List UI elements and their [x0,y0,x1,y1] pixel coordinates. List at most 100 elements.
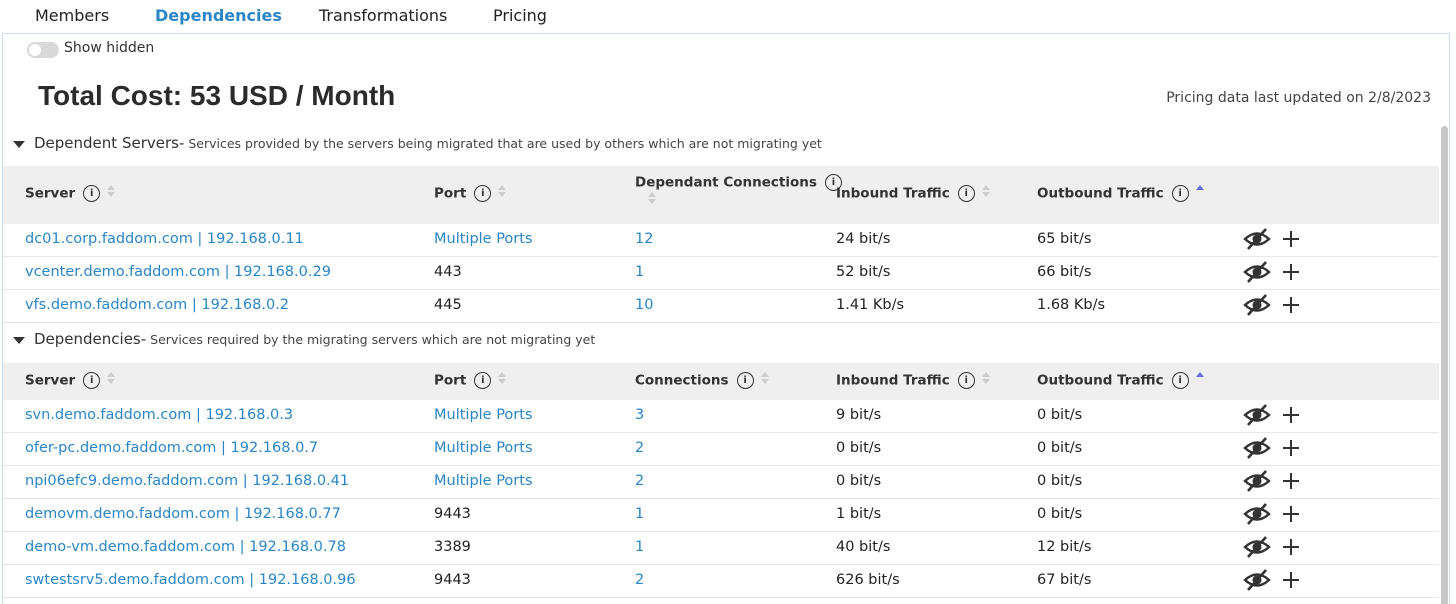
section-title-wrap: Dependent Servers- Services provided by t… [34,134,822,152]
server-cell[interactable]: svn.demo.faddom.com | 192.168.0.3 [25,407,293,423]
tab-members[interactable]: Members [35,6,109,25]
col-server[interactable]: Server i [25,372,116,389]
connections-cell[interactable]: 1 [635,539,644,555]
connections-cell[interactable]: 2 [635,440,644,456]
inbound-traffic-cell: 0 bit/s [836,473,882,489]
eye-slash-icon[interactable] [1243,568,1271,592]
plus-icon[interactable] [1281,405,1301,425]
plus-icon[interactable] [1281,504,1301,524]
col-label: Outbound Traffic [1037,372,1164,389]
inbound-traffic-cell: 9 bit/s [836,407,882,423]
info-icon[interactable]: i [83,185,101,202]
caret-down-icon[interactable] [13,141,25,148]
sort-icon[interactable] [981,372,990,384]
sort-icon[interactable] [1195,185,1204,197]
outbound-traffic-cell: 0 bit/s [1037,506,1083,522]
tab-transformations[interactable]: Transformations [319,6,447,25]
eye-slash-icon[interactable] [1243,227,1271,251]
col-server[interactable]: Server i [25,185,116,202]
col-outbound-traffic[interactable]: Outbound Traffic i [1037,372,1204,389]
dependent-servers-description: Services provided by the servers being m… [188,136,822,151]
connections-cell[interactable]: 2 [635,572,644,588]
outbound-traffic-cell: 67 bit/s [1037,572,1092,588]
col-inbound-traffic[interactable]: Inbound Traffic i [836,185,990,202]
connections-cell[interactable]: 1 [635,506,644,522]
server-cell[interactable]: demovm.demo.faddom.com | 192.168.0.77 [25,506,341,522]
server-cell[interactable]: demo-vm.demo.faddom.com | 192.168.0.78 [25,539,346,555]
port-cell[interactable]: Multiple Ports [434,473,533,489]
port-cell[interactable]: Multiple Ports [434,407,533,423]
port-cell: 9443 [434,506,471,522]
server-cell[interactable]: ofer-pc.demo.faddom.com | 192.168.0.7 [25,440,318,456]
eye-slash-icon[interactable] [1243,469,1271,493]
dependencies-panel: Show hidden Total Cost: 53 USD / Month P… [2,33,1450,604]
info-icon[interactable]: i [957,185,975,202]
col-outbound-traffic[interactable]: Outbound Traffic i [1037,185,1204,202]
col-label: Connections [635,372,729,389]
col-label: Inbound Traffic [836,185,950,202]
plus-icon[interactable] [1281,229,1301,249]
col-port[interactable]: Port i [434,185,507,202]
info-icon[interactable]: i [474,185,492,202]
port-cell: 9443 [434,572,471,588]
sort-icon[interactable] [107,185,116,197]
tab-pricing[interactable]: Pricing [493,6,547,25]
inbound-traffic-cell: 24 bit/s [836,231,891,247]
eye-slash-icon[interactable] [1243,535,1271,559]
plus-icon[interactable] [1281,537,1301,557]
connections-cell[interactable]: 10 [635,297,653,313]
eye-slash-icon[interactable] [1243,260,1271,284]
caret-down-icon[interactable] [13,337,25,344]
info-icon[interactable]: i [474,372,492,389]
info-icon[interactable]: i [736,372,754,389]
table-row: vfs.demo.faddom.com | 192.168.0.2 445 10 1.… [3,290,1439,323]
server-cell[interactable]: vcenter.demo.faddom.com | 192.168.0.29 [25,264,331,280]
plus-icon[interactable] [1281,438,1301,458]
info-icon[interactable]: i [1171,185,1189,202]
col-dependant-connections[interactable]: Dependant Connections i [635,174,842,191]
col-label: Outbound Traffic [1037,185,1164,202]
info-icon[interactable]: i [1171,372,1189,389]
eye-slash-icon[interactable] [1243,436,1271,460]
col-connections[interactable]: Connections i [635,372,769,389]
info-icon[interactable]: i [957,372,975,389]
connections-cell[interactable]: 12 [635,231,653,247]
inbound-traffic-cell: 52 bit/s [836,264,891,280]
col-inbound-traffic[interactable]: Inbound Traffic i [836,372,990,389]
sort-icon[interactable] [498,185,507,197]
connections-cell[interactable]: 2 [635,473,644,489]
outbound-traffic-cell: 0 bit/s [1037,407,1083,423]
info-icon[interactable]: i [83,372,101,389]
tab-dependencies[interactable]: Dependencies [155,6,282,25]
port-cell[interactable]: Multiple Ports [434,440,533,456]
server-cell[interactable]: swtestsrv5.demo.faddom.com | 192.168.0.9… [25,572,356,588]
port-cell[interactable]: Multiple Ports [434,231,533,247]
outbound-traffic-cell: 0 bit/s [1037,473,1083,489]
sort-icon[interactable] [498,372,507,384]
col-label: Port [434,372,467,389]
scrollbar[interactable] [1441,126,1448,604]
tab-bar: Members Dependencies Transformations Pri… [0,0,1456,34]
server-cell[interactable]: vfs.demo.faddom.com | 192.168.0.2 [25,297,289,313]
plus-icon[interactable] [1281,570,1301,590]
server-cell[interactable]: npi06efc9.demo.faddom.com | 192.168.0.41 [25,473,349,489]
connections-cell[interactable]: 3 [635,407,644,423]
server-cell[interactable]: dc01.corp.faddom.com | 192.168.0.11 [25,231,304,247]
plus-icon[interactable] [1281,471,1301,491]
col-port[interactable]: Port i [434,372,507,389]
eye-slash-icon[interactable] [1243,403,1271,427]
sort-icon[interactable] [1195,372,1204,384]
sort-icon[interactable] [107,372,116,384]
eye-slash-icon[interactable] [1243,293,1271,317]
show-hidden-toggle[interactable] [27,42,59,58]
plus-icon[interactable] [1281,262,1301,282]
sort-icon[interactable] [648,192,656,204]
sort-icon[interactable] [981,185,990,197]
col-label: Inbound Traffic [836,372,950,389]
table-row: vcenter.demo.faddom.com | 192.168.0.29 44… [3,257,1439,290]
sort-icon[interactable] [760,372,769,384]
plus-icon[interactable] [1281,295,1301,315]
inbound-traffic-cell: 40 bit/s [836,539,891,555]
connections-cell[interactable]: 1 [635,264,644,280]
eye-slash-icon[interactable] [1243,502,1271,526]
